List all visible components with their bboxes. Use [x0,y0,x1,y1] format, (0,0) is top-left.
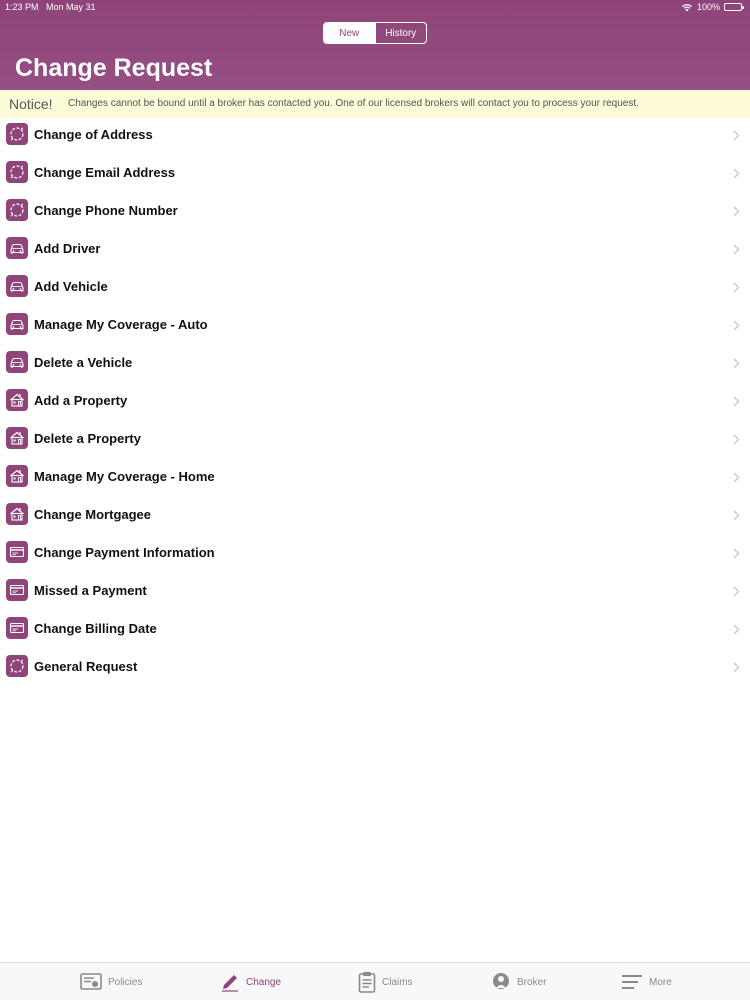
chevron-right-icon [733,204,740,222]
change-request-list: Change of Address Change Email Address Cha… [0,116,750,686]
list-item[interactable]: Change Billing Date [0,610,750,648]
segment-new[interactable]: New [324,23,375,43]
tab-label: More [649,976,672,988]
list-item-label: Manage My Coverage - Home [34,469,215,484]
list-item-label: General Request [34,659,138,674]
chevron-right-icon [733,280,740,298]
chevron-right-icon [733,166,740,184]
list-item[interactable]: Change Mortgagee [0,496,750,534]
credit-card-icon [6,617,28,639]
tab-label: Broker [517,976,547,988]
car-icon [6,351,28,373]
chevron-right-icon [733,470,740,488]
notice-text: Changes cannot be bound until a broker h… [68,98,639,109]
battery-icon [724,3,744,11]
car-icon [6,313,28,335]
list-item[interactable]: Change of Address [0,116,750,154]
status-bar: 1:23 PM Mon May 31 100% [0,0,750,15]
list-item-label: Add a Property [34,393,128,408]
credit-card-icon [6,541,28,563]
refresh-icon [6,161,28,183]
chevron-right-icon [733,432,740,450]
policies-icon [80,972,102,992]
list-item[interactable]: Missed a Payment [0,572,750,610]
chevron-right-icon [733,128,740,146]
pencil-icon [220,972,240,992]
list-item[interactable]: Add Vehicle [0,268,750,306]
list-item[interactable]: Change Email Address [0,154,750,192]
tab-label: Change [246,976,282,988]
tab-claims[interactable]: Claims [358,963,413,1000]
car-icon [6,237,28,259]
clipboard-icon [358,971,376,993]
list-item[interactable]: Change Phone Number [0,192,750,230]
list-item-label: Missed a Payment [34,583,147,598]
list-item[interactable]: Add a Property [0,382,750,420]
list-item[interactable]: Delete a Vehicle [0,344,750,382]
list-item-label: Change Billing Date [34,621,157,636]
segment-history[interactable]: History [374,23,427,43]
refresh-icon [6,655,28,677]
status-time: 1:23 PM [5,2,39,12]
chevron-right-icon [733,546,740,564]
chevron-right-icon [733,356,740,374]
house-icon [6,427,28,449]
notice-banner: Notice! Changes cannot be bound until a … [0,90,750,118]
page-title: Change Request [15,54,213,82]
chevron-right-icon [733,584,740,602]
tab-more[interactable]: More [621,963,672,1000]
chevron-right-icon [733,318,740,336]
credit-card-icon [6,579,28,601]
wifi-icon [681,3,693,12]
chevron-right-icon [733,394,740,412]
list-item[interactable]: Change Payment Information [0,534,750,572]
chevron-right-icon [733,660,740,678]
chevron-right-icon [733,622,740,640]
menu-icon [621,973,643,991]
list-item[interactable]: General Request [0,648,750,686]
tab-change[interactable]: Change [220,963,281,1000]
chevron-right-icon [733,508,740,526]
tab-label: Claims [382,976,413,988]
list-item-label: Delete a Property [34,431,141,446]
list-item[interactable]: Delete a Property [0,420,750,458]
status-date: Mon May 31 [46,2,96,12]
list-item-label: Manage My Coverage - Auto [34,317,208,332]
list-item-label: Change Phone Number [34,203,178,218]
list-item[interactable]: Manage My Coverage - Home [0,458,750,496]
car-icon [6,275,28,297]
notice-label: Notice! [9,96,53,112]
refresh-icon [6,123,28,145]
broker-icon [491,971,511,993]
list-item-label: Change Mortgagee [34,507,152,522]
list-item-label: Add Driver [34,241,101,256]
new-history-segmented-control[interactable]: New History [323,22,427,44]
header: 1:23 PM Mon May 31 100% New History Chan… [0,0,750,90]
tab-broker[interactable]: Broker [491,963,546,1000]
status-right: 100% [681,2,744,12]
list-item-label: Add Vehicle [34,279,108,294]
tab-policies[interactable]: Policies [80,963,142,1000]
list-item-label: Delete a Vehicle [34,355,133,370]
list-item[interactable]: Manage My Coverage - Auto [0,306,750,344]
house-icon [6,503,28,525]
house-icon [6,465,28,487]
battery-percent: 100% [696,2,720,12]
house-icon [6,389,28,411]
tab-bar: Policies Change Claims Broker More [0,962,750,1000]
list-item[interactable]: Add Driver [0,230,750,268]
chevron-right-icon [733,242,740,260]
tab-label: Policies [108,976,143,988]
list-item-label: Change Email Address [34,165,176,180]
list-item-label: Change Payment Information [34,545,215,560]
list-item-label: Change of Address [34,127,153,142]
refresh-icon [6,199,28,221]
